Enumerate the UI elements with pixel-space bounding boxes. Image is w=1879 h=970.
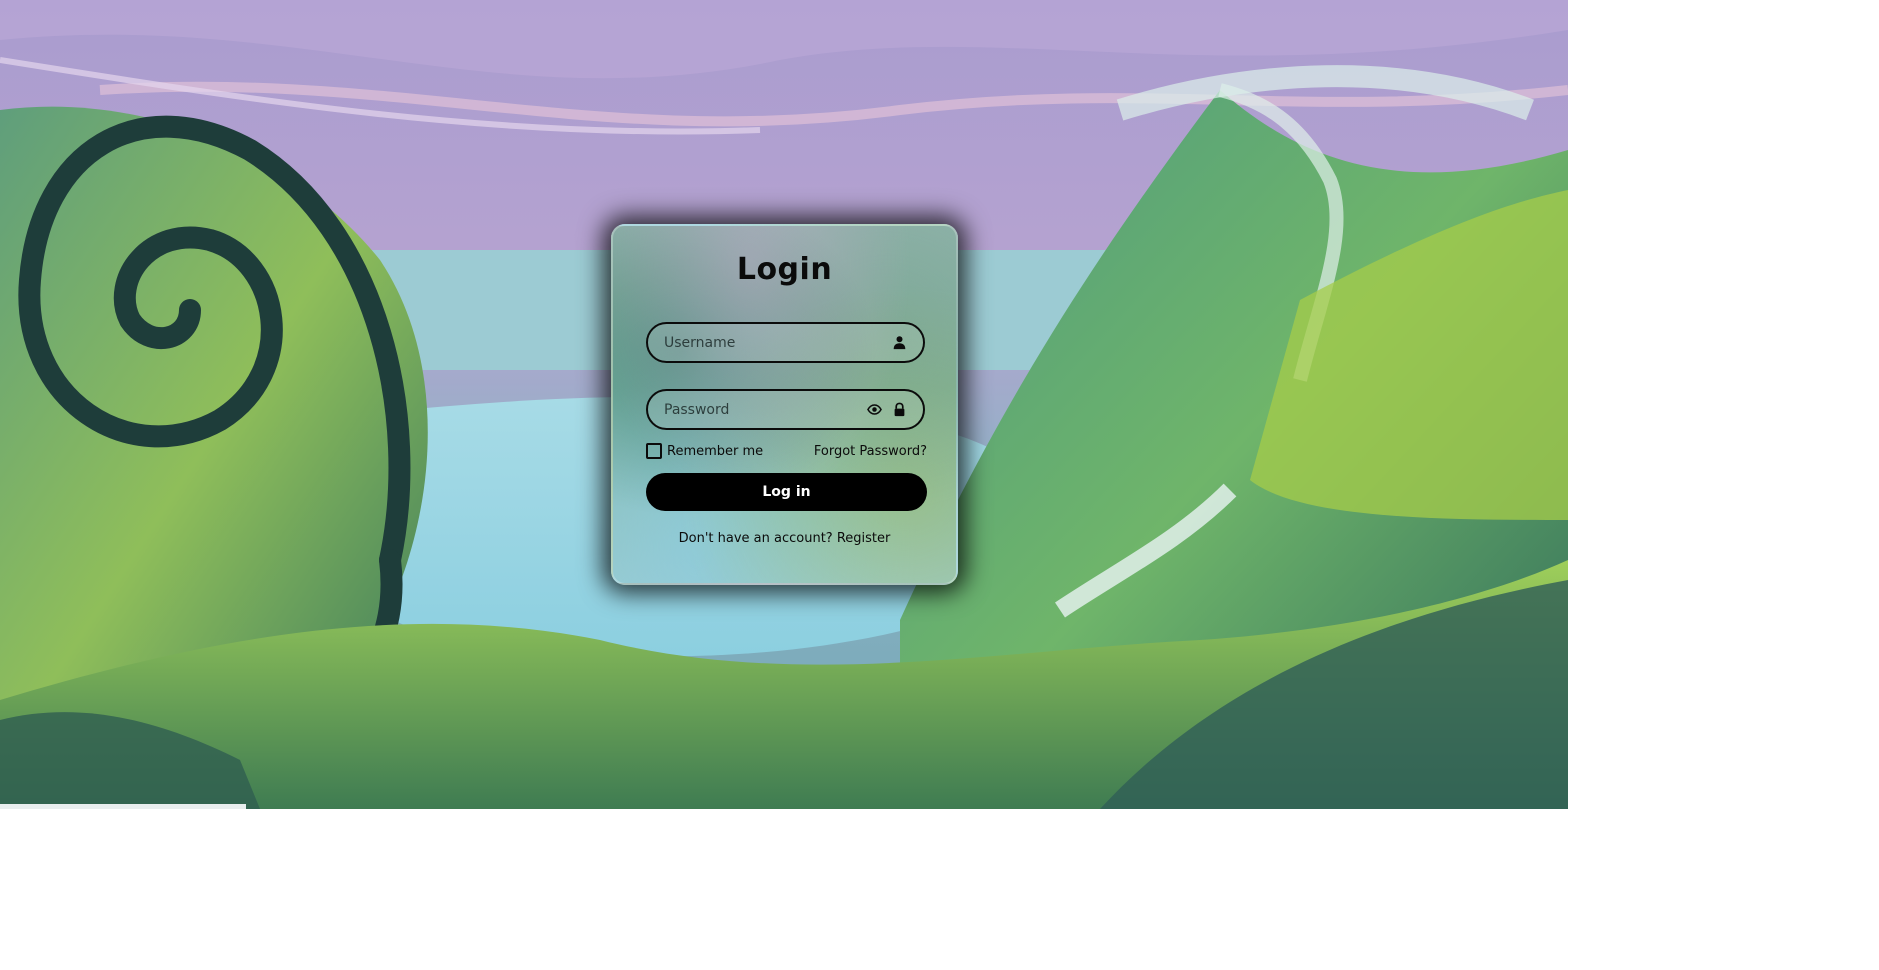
username-field[interactable] — [646, 322, 925, 363]
remember-me-checkbox[interactable] — [646, 443, 662, 459]
no-account-text: Don't have an account? — [678, 531, 833, 546]
username-input[interactable] — [664, 324, 874, 361]
user-icon — [893, 336, 906, 350]
remember-me-toggle[interactable]: Remember me — [646, 443, 763, 459]
register-prompt: Don't have an account? Register — [613, 531, 956, 546]
password-field[interactable] — [646, 389, 925, 430]
lock-icon — [894, 402, 905, 417]
eye-icon[interactable] — [867, 402, 882, 417]
remember-me-label: Remember me — [667, 443, 764, 459]
register-link[interactable]: Register — [837, 531, 891, 546]
forgot-password-link[interactable]: Forgot Password? — [814, 444, 927, 459]
password-input[interactable] — [664, 391, 874, 428]
login-title: Login — [736, 252, 833, 287]
login-form-card: Login Remember me Forgot — [611, 224, 958, 585]
remember-forgot-row: Remember me Forgot Password? — [646, 442, 927, 462]
login-button[interactable]: Log in — [646, 473, 927, 511]
login-page: Login Remember me Forgot — [0, 0, 1568, 809]
